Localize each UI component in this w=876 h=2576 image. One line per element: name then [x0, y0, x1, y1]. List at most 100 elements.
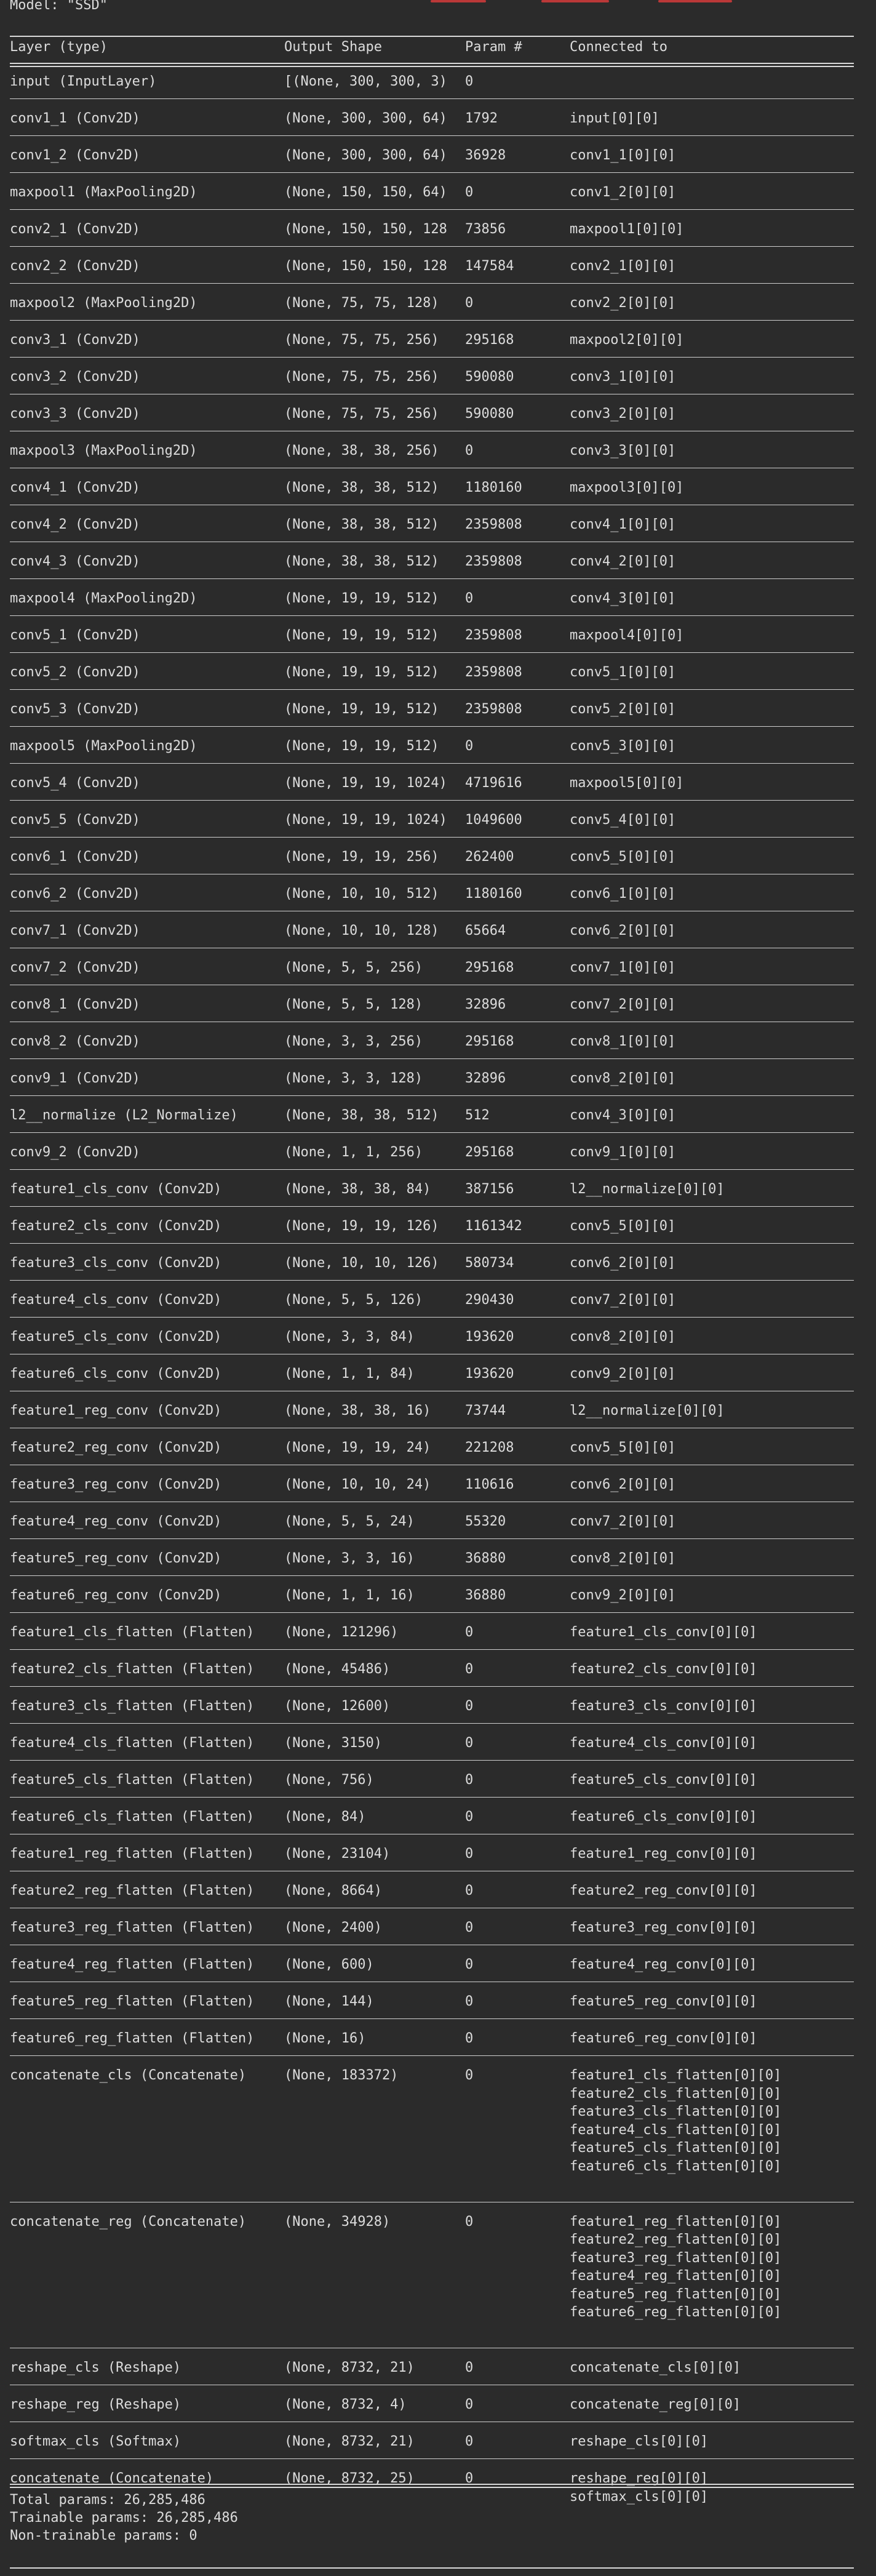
- output-shape: (None, 38, 38, 16): [284, 1403, 431, 1418]
- param-count: 0: [465, 74, 474, 89]
- output-shape: (None, 300, 300, 64): [284, 111, 447, 126]
- connected-to: feature6_reg_flatten[0][0]: [570, 2305, 782, 2320]
- header-param-count: Param #: [465, 39, 522, 55]
- output-shape: (None, 150, 150, 128: [284, 258, 447, 274]
- output-shape: (None, 23104): [284, 1846, 391, 1862]
- param-count: 590080: [465, 369, 514, 385]
- param-count: 36880: [465, 1588, 506, 1603]
- connected-to: feature5_cls_conv[0][0]: [570, 1772, 757, 1788]
- row-divider: [10, 98, 854, 99]
- param-count: 2359808: [465, 517, 522, 532]
- model-summary-output: Model: "SSD" Layer (type) Output Shape P…: [0, 0, 876, 2576]
- layer-name: maxpool3 (MaxPooling2D): [10, 443, 197, 458]
- connected-to: conv1_2[0][0]: [570, 185, 676, 200]
- layer-name: feature3_cls_flatten (Flatten): [10, 1698, 255, 1714]
- output-shape: (None, 84): [284, 1809, 366, 1825]
- connected-to: conv7_2[0][0]: [570, 1292, 676, 1308]
- connected-to: maxpool5[0][0]: [570, 775, 684, 791]
- connected-to: concatenate_reg[0][0]: [570, 2397, 741, 2412]
- layer-name: conv3_1 (Conv2D): [10, 332, 140, 348]
- connected-to: feature2_cls_conv[0][0]: [570, 1662, 757, 1677]
- output-shape: (None, 3150): [284, 1735, 382, 1751]
- layer-name: conv7_2 (Conv2D): [10, 960, 140, 975]
- output-shape: (None, 144): [284, 1994, 374, 2009]
- connected-to: feature1_reg_conv[0][0]: [570, 1846, 757, 1862]
- connected-to: feature4_reg_flatten[0][0]: [570, 2268, 782, 2284]
- param-count: 0: [465, 185, 474, 200]
- layer-name: conv9_1 (Conv2D): [10, 1071, 140, 1086]
- row-divider: [10, 1206, 854, 1207]
- output-shape: (None, 8732, 21): [284, 2434, 415, 2449]
- param-count: 221208: [465, 1440, 514, 1455]
- decorative-red-stroke: [541, 0, 609, 2]
- row-divider: [10, 283, 854, 284]
- connected-to: feature6_reg_conv[0][0]: [570, 2031, 757, 2046]
- param-count: 65664: [465, 923, 506, 938]
- connected-to: maxpool3[0][0]: [570, 480, 684, 495]
- connected-to: concatenate_cls[0][0]: [570, 2360, 741, 2375]
- output-shape: (None, 19, 19, 1024): [284, 775, 447, 791]
- connected-to: conv9_2[0][0]: [570, 1588, 676, 1603]
- row-divider: [10, 209, 854, 210]
- output-shape: [(None, 300, 300, 3): [284, 74, 447, 89]
- connected-to: conv6_2[0][0]: [570, 1255, 676, 1271]
- layer-name: conv2_1 (Conv2D): [10, 222, 140, 237]
- param-count: 110616: [465, 1477, 514, 1492]
- layer-name: conv3_2 (Conv2D): [10, 369, 140, 385]
- output-shape: (None, 1, 1, 84): [284, 1366, 415, 1382]
- connected-to: conv5_3[0][0]: [570, 738, 676, 754]
- total-params: Total params: 26,285,486: [10, 2492, 205, 2508]
- output-shape: (None, 10, 10, 24): [284, 1477, 431, 1492]
- output-shape: (None, 19, 19, 256): [284, 849, 439, 865]
- param-count: 295168: [465, 332, 514, 348]
- param-count: 1180160: [465, 480, 522, 495]
- output-shape: (None, 756): [284, 1772, 374, 1788]
- connected-to: conv7_2[0][0]: [570, 1514, 676, 1529]
- connected-to: maxpool4[0][0]: [570, 628, 684, 643]
- param-count: 0: [465, 738, 474, 754]
- non-trainable-params: Non-trainable params: 0: [10, 2528, 197, 2543]
- row-divider: [10, 800, 854, 801]
- connected-to: conv5_1[0][0]: [570, 665, 676, 680]
- connected-to: conv3_2[0][0]: [570, 406, 676, 422]
- layer-name: feature4_reg_conv (Conv2D): [10, 1514, 222, 1529]
- output-shape: (None, 19, 19, 512): [284, 628, 439, 643]
- connected-to: l2__normalize[0][0]: [570, 1403, 725, 1418]
- param-count: 0: [465, 1846, 474, 1862]
- param-count: 0: [465, 2031, 474, 2046]
- connected-to: feature1_cls_flatten[0][0]: [570, 2068, 782, 2083]
- param-count: 1180160: [465, 886, 522, 902]
- connected-to: feature4_cls_flatten[0][0]: [570, 2122, 782, 2138]
- param-count: 73744: [465, 1403, 506, 1418]
- output-shape: (None, 10, 10, 128): [284, 923, 439, 938]
- output-shape: (None, 5, 5, 256): [284, 960, 423, 975]
- layer-name: conv5_1 (Conv2D): [10, 628, 140, 643]
- layer-name: feature4_cls_flatten (Flatten): [10, 1735, 255, 1751]
- layer-name: conv2_2 (Conv2D): [10, 258, 140, 274]
- connected-to: conv4_1[0][0]: [570, 517, 676, 532]
- layer-name: conv5_4 (Conv2D): [10, 775, 140, 791]
- row-divider: [10, 1132, 854, 1133]
- row-divider: [10, 1575, 854, 1576]
- row-divider: [10, 689, 854, 690]
- header-layer-type: Layer (type): [10, 39, 108, 55]
- row-divider: [10, 1095, 854, 1096]
- connected-to: feature3_reg_flatten[0][0]: [570, 2250, 782, 2266]
- connected-to: feature4_cls_conv[0][0]: [570, 1735, 757, 1751]
- layer-name: conv1_2 (Conv2D): [10, 148, 140, 163]
- layer-name: feature5_reg_conv (Conv2D): [10, 1551, 222, 1566]
- row-divider: [10, 615, 854, 616]
- output-shape: (None, 38, 38, 512): [284, 554, 439, 569]
- output-shape: (None, 3, 3, 256): [284, 1034, 423, 1049]
- row-divider: [10, 2018, 854, 2019]
- output-shape: (None, 34928): [284, 2214, 391, 2230]
- layer-name: maxpool2 (MaxPooling2D): [10, 295, 197, 311]
- param-count: 590080: [465, 406, 514, 422]
- output-shape: (None, 16): [284, 2031, 366, 2046]
- connected-to: conv7_1[0][0]: [570, 960, 676, 975]
- output-shape: (None, 1, 1, 16): [284, 1588, 415, 1603]
- output-shape: (None, 38, 38, 512): [284, 1108, 439, 1123]
- param-count: 2359808: [465, 702, 522, 717]
- decorative-red-stroke: [658, 0, 732, 2]
- row-divider: [10, 1760, 854, 1761]
